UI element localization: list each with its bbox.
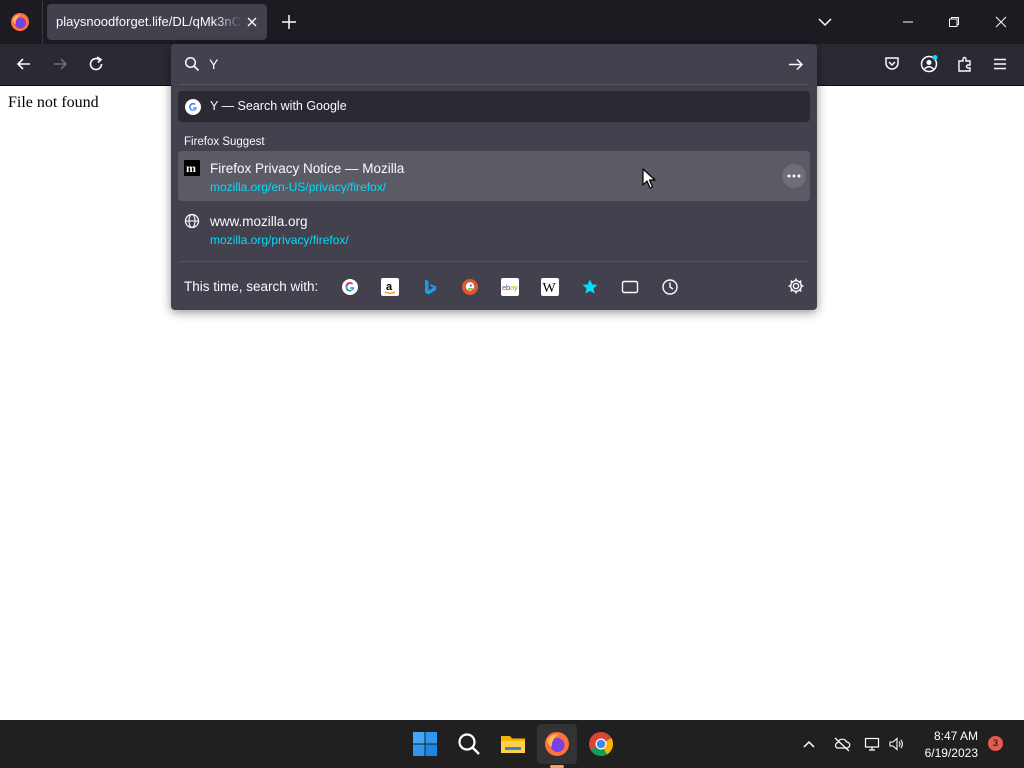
google-icon — [185, 99, 201, 115]
svg-text:a: a — [386, 281, 393, 293]
taskbar-search-icon[interactable] — [456, 731, 482, 757]
result-menu-dots-icon[interactable] — [782, 164, 806, 188]
window-close-button[interactable] — [978, 0, 1024, 44]
windows-start-icon[interactable] — [412, 731, 438, 757]
forward-arrow-icon[interactable] — [51, 55, 69, 73]
tab-close-icon[interactable] — [245, 15, 259, 29]
tab-divider — [42, 0, 43, 44]
window-restore-button[interactable] — [931, 0, 977, 44]
svg-text:y: y — [514, 283, 518, 292]
suggestion-title: www.mozilla.org — [210, 214, 308, 229]
tabs-icon[interactable] — [621, 278, 639, 296]
volume-speaker-icon[interactable] — [888, 736, 904, 752]
taskbar: 8:47 AM 6/19/2023 3 — [0, 720, 1024, 768]
bing-engine-icon[interactable] — [421, 278, 439, 296]
search-icon — [184, 56, 200, 72]
show-hidden-icons-chevron-icon[interactable] — [801, 736, 817, 752]
firefox-suggest-label: Firefox Suggest — [184, 136, 265, 148]
reload-icon[interactable] — [87, 55, 105, 73]
urlbar-input[interactable] — [209, 53, 769, 75]
account-avatar-icon[interactable] — [920, 55, 938, 73]
search-with-google-text: Y — Search with Google — [210, 99, 347, 113]
footer-separator — [179, 261, 809, 262]
hamburger-menu-icon[interactable] — [991, 55, 1009, 73]
tab-strip: playsnoodforget.life/DL/qMk3nCzXv — [0, 0, 1024, 44]
firefox-taskbar-icon[interactable] — [544, 731, 570, 757]
mouse-cursor-icon — [642, 168, 656, 190]
suggestion-url: mozilla.org/en-US/privacy/firefox/ — [210, 180, 387, 194]
search-settings-gear-icon[interactable] — [787, 277, 805, 295]
wikipedia-engine-icon[interactable]: W — [541, 278, 559, 296]
svg-text:m: m — [186, 161, 196, 175]
go-arrow-icon[interactable] — [787, 56, 804, 73]
page-body-text: File not found — [8, 94, 99, 111]
ebay-engine-icon[interactable]: ebay — [501, 278, 519, 296]
list-all-tabs-chevron-icon[interactable] — [817, 14, 833, 30]
mozilla-icon: m — [184, 160, 200, 176]
file-explorer-folder-icon[interactable] — [500, 731, 526, 757]
search-with-label: This time, search with: — [184, 279, 319, 294]
tab-active[interactable]: playsnoodforget.life/DL/qMk3nCzXv — [47, 4, 267, 40]
history-clock-icon[interactable] — [661, 278, 679, 296]
network-icon[interactable] — [864, 736, 880, 752]
svg-text:W: W — [543, 281, 557, 296]
clock-date[interactable]: 6/19/2023 — [916, 746, 978, 760]
urlbar-input-row — [171, 44, 817, 84]
google-engine-icon[interactable] — [341, 278, 359, 296]
extensions-puzzle-icon[interactable] — [956, 55, 974, 73]
suggestion-title: Firefox Privacy Notice — Mozilla — [210, 161, 405, 176]
window-minimize-button[interactable] — [885, 0, 931, 44]
onedrive-offline-icon[interactable] — [833, 736, 851, 752]
urlbar-dropdown: Y — Search with Google Firefox Suggest m… — [171, 44, 817, 310]
search-with-google-row[interactable]: Y — Search with Google — [178, 91, 810, 122]
chrome-taskbar-icon[interactable] — [588, 731, 614, 757]
suggestion-url: mozilla.org/privacy/firefox/ — [210, 233, 349, 247]
clock-time[interactable]: 8:47 AM — [916, 729, 978, 743]
suggestion-row-selected[interactable]: m Firefox Privacy Notice — Mozilla mozil… — [178, 151, 810, 201]
globe-icon — [184, 213, 200, 229]
suggestion-row[interactable]: www.mozilla.org mozilla.org/privacy/fire… — [178, 204, 810, 254]
tab-title: playsnoodforget.life/DL/qMk3nCzXv — [56, 14, 242, 29]
notification-count-badge[interactable]: 3 — [988, 736, 1003, 751]
firefox-menu-icon[interactable] — [10, 12, 30, 32]
duckduckgo-engine-icon[interactable] — [461, 278, 479, 296]
new-tab-plus-icon[interactable] — [280, 13, 298, 31]
urlbar-separator — [179, 84, 809, 85]
bookmarks-star-icon[interactable] — [581, 278, 599, 296]
pocket-icon[interactable] — [883, 55, 901, 73]
back-arrow-icon[interactable] — [15, 55, 33, 73]
amazon-engine-icon[interactable]: a — [381, 278, 399, 296]
